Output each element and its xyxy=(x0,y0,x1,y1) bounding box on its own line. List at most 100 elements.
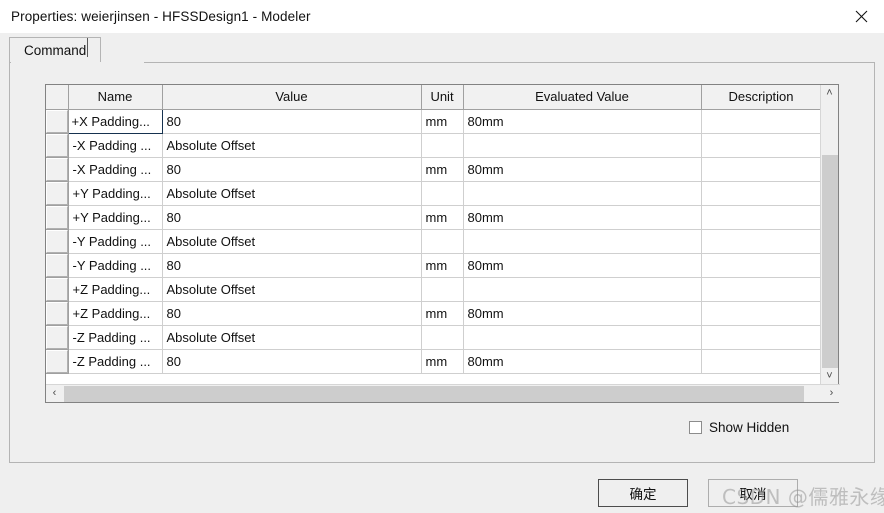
scroll-left-button[interactable]: ‹ xyxy=(46,385,63,402)
cell-value[interactable]: 80 xyxy=(162,349,422,374)
row-selector[interactable] xyxy=(46,157,69,182)
cell-evaluated-value[interactable] xyxy=(463,229,702,254)
cell-description[interactable] xyxy=(701,253,821,278)
cell-description[interactable] xyxy=(701,109,821,134)
cell-unit[interactable]: mm xyxy=(421,157,464,182)
table-row[interactable]: -Y Padding ... 80 mm 80mm xyxy=(46,253,821,278)
column-header-description[interactable]: Description xyxy=(701,85,821,110)
scroll-down-button[interactable]: ˅ xyxy=(821,368,838,385)
cell-unit[interactable]: mm xyxy=(421,301,464,326)
horizontal-scrollbar[interactable]: ‹ › xyxy=(46,384,840,402)
cell-description[interactable] xyxy=(701,301,821,326)
table-row[interactable]: +X Padding... 80 mm 80mm xyxy=(46,108,821,134)
row-selector[interactable] xyxy=(46,229,69,254)
cell-evaluated-value[interactable]: 80mm xyxy=(463,253,702,278)
cell-name[interactable]: -X Padding ... xyxy=(68,157,163,182)
horizontal-scrollbar-thumb[interactable] xyxy=(64,386,804,402)
table-row[interactable]: -Z Padding ... 80 mm 80mm xyxy=(46,349,821,374)
table-row[interactable]: +Y Padding... Absolute Offset xyxy=(46,181,821,206)
row-selector-box xyxy=(46,181,67,204)
row-selector[interactable] xyxy=(46,277,69,302)
table-row[interactable]: -X Padding ... 80 mm 80mm xyxy=(46,157,821,182)
ok-button[interactable]: 确定 xyxy=(598,479,688,507)
cell-value[interactable]: 80 xyxy=(162,157,422,182)
row-selector[interactable] xyxy=(46,253,69,278)
vertical-scrollbar[interactable]: ˄ ˅ xyxy=(820,85,838,385)
cell-unit[interactable] xyxy=(421,325,464,350)
cell-evaluated-value[interactable] xyxy=(463,181,702,206)
cell-value[interactable]: Absolute Offset xyxy=(162,181,422,206)
table-row[interactable]: -Z Padding ... Absolute Offset xyxy=(46,325,821,350)
cell-name[interactable]: +Z Padding... xyxy=(68,301,163,326)
cell-value[interactable]: Absolute Offset xyxy=(162,325,422,350)
cell-name[interactable]: -Z Padding ... xyxy=(68,325,163,350)
cell-description[interactable] xyxy=(701,181,821,206)
cancel-button[interactable]: 取消 xyxy=(708,479,798,507)
column-header-value[interactable]: Value xyxy=(162,85,422,110)
cell-unit[interactable]: mm xyxy=(421,349,464,374)
cell-name[interactable]: +Y Padding... xyxy=(68,205,163,230)
row-selector[interactable] xyxy=(46,133,69,158)
cell-unit[interactable]: mm xyxy=(421,109,464,134)
chevron-left-icon: ‹ xyxy=(52,387,57,399)
close-button[interactable] xyxy=(838,0,884,33)
cell-value[interactable]: 80 xyxy=(162,109,422,134)
cell-value[interactable]: Absolute Offset xyxy=(162,277,422,302)
row-selector[interactable] xyxy=(46,301,69,326)
cell-evaluated-value[interactable]: 80mm xyxy=(463,205,702,230)
cell-evaluated-value[interactable]: 80mm xyxy=(463,301,702,326)
cell-value[interactable]: Absolute Offset xyxy=(162,133,422,158)
cell-unit[interactable] xyxy=(421,181,464,206)
cell-name[interactable]: -Y Padding ... xyxy=(68,229,163,254)
cell-name[interactable]: +X Padding... xyxy=(67,108,163,134)
cell-value[interactable]: 80 xyxy=(162,253,422,278)
table-row[interactable]: -X Padding ... Absolute Offset xyxy=(46,133,821,158)
cell-name[interactable]: +Z Padding... xyxy=(68,277,163,302)
cell-evaluated-value[interactable]: 80mm xyxy=(463,109,702,134)
properties-grid: Name Value Unit Evaluated Value Descript… xyxy=(45,84,840,403)
cell-evaluated-value[interactable]: 80mm xyxy=(463,349,702,374)
cell-description[interactable] xyxy=(701,205,821,230)
column-header-evaluated-value[interactable]: Evaluated Value xyxy=(463,85,702,110)
vertical-scrollbar-thumb[interactable] xyxy=(822,155,838,370)
cell-unit[interactable] xyxy=(421,133,464,158)
cell-value[interactable]: Absolute Offset xyxy=(162,229,422,254)
cell-evaluated-value[interactable] xyxy=(463,277,702,302)
chevron-right-icon: › xyxy=(829,387,834,399)
cell-unit[interactable]: mm xyxy=(421,253,464,278)
cell-evaluated-value[interactable] xyxy=(463,133,702,158)
cell-value[interactable]: 80 xyxy=(162,301,422,326)
show-hidden-option[interactable]: Show Hidden xyxy=(689,420,789,435)
cell-description[interactable] xyxy=(701,133,821,158)
cell-unit[interactable]: mm xyxy=(421,205,464,230)
table-row[interactable]: +Z Padding... 80 mm 80mm xyxy=(46,301,821,326)
scroll-right-button[interactable]: › xyxy=(823,385,840,402)
table-row[interactable]: +Y Padding... 80 mm 80mm xyxy=(46,205,821,230)
cell-name[interactable]: -X Padding ... xyxy=(68,133,163,158)
cell-unit[interactable] xyxy=(421,229,464,254)
table-row[interactable]: -Y Padding ... Absolute Offset xyxy=(46,229,821,254)
row-selector[interactable] xyxy=(46,205,69,230)
column-header-unit[interactable]: Unit xyxy=(421,85,464,110)
cell-description[interactable] xyxy=(701,157,821,182)
row-selector[interactable] xyxy=(46,181,69,206)
cell-evaluated-value[interactable] xyxy=(463,325,702,350)
cell-description[interactable] xyxy=(701,349,821,374)
cell-description[interactable] xyxy=(701,325,821,350)
row-selector[interactable] xyxy=(46,325,69,350)
cell-evaluated-value[interactable]: 80mm xyxy=(463,157,702,182)
cell-unit[interactable] xyxy=(421,277,464,302)
cell-name[interactable]: -Z Padding ... xyxy=(68,349,163,374)
cell-description[interactable] xyxy=(701,277,821,302)
scroll-up-button[interactable]: ˄ xyxy=(821,85,838,102)
tab-caret xyxy=(87,38,88,57)
row-selector[interactable] xyxy=(46,349,69,374)
column-header-name[interactable]: Name xyxy=(68,85,163,110)
table-row[interactable]: +Z Padding... Absolute Offset xyxy=(46,277,821,302)
cell-description[interactable] xyxy=(701,229,821,254)
show-hidden-checkbox[interactable] xyxy=(689,421,702,434)
row-selector[interactable] xyxy=(46,109,69,134)
cell-name[interactable]: +Y Padding... xyxy=(68,181,163,206)
cell-value[interactable]: 80 xyxy=(162,205,422,230)
cell-name[interactable]: -Y Padding ... xyxy=(68,253,163,278)
